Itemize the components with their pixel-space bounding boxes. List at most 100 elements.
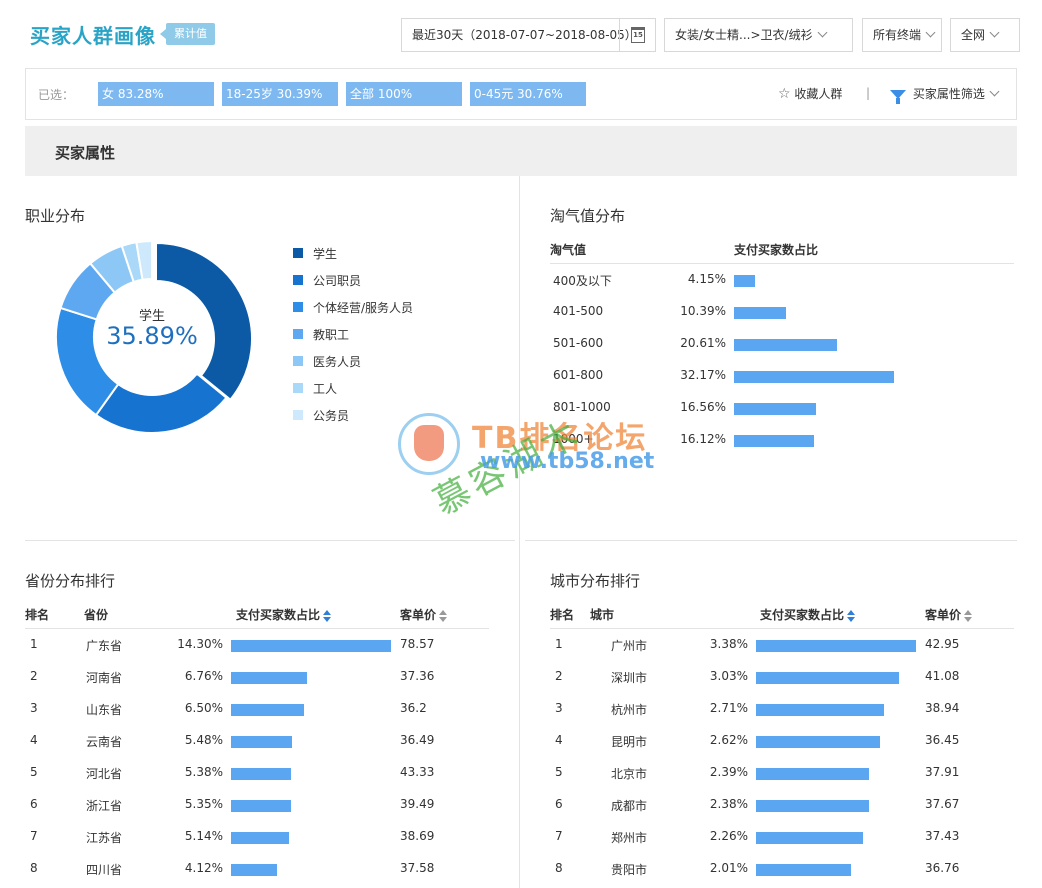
table-row[interactable]: 7 江苏省 5.14% 38.69 [25, 829, 495, 849]
table-row[interactable]: 1000+ 16.12% [550, 432, 1014, 452]
province-pct: 14.30% [177, 637, 223, 651]
table-row[interactable]: 4 云南省 5.48% 36.49 [25, 733, 495, 753]
favorite-crowd-button[interactable]: ☆ 收藏人群 [778, 85, 842, 102]
terminal-text: 所有终端 [873, 28, 922, 42]
chevron-down-icon [817, 27, 828, 38]
taoqi-range: 401-500 [553, 304, 604, 318]
selected-chip-all[interactable]: 全部 100% [346, 82, 462, 106]
city-rank: 5 [555, 765, 563, 779]
legend-swatch [293, 329, 303, 339]
table-row[interactable]: 6 成都市 2.38% 37.67 [550, 797, 1020, 817]
city-pct: 2.26% [709, 829, 748, 843]
city-rank: 8 [555, 861, 563, 875]
city-bar [756, 864, 852, 876]
table-row[interactable]: 5 河北省 5.38% 43.33 [25, 765, 495, 785]
page-title: 买家人群画像 [30, 24, 156, 48]
city-pct: 3.03% [709, 669, 748, 683]
province-price: 37.58 [400, 861, 435, 875]
province-price: 36.2 [400, 701, 427, 715]
city-name: 郑州市 [611, 831, 648, 845]
province-title: 省份分布排行 [25, 572, 116, 590]
province-price: 78.57 [400, 637, 435, 651]
table-row[interactable]: 4 昆明市 2.62% 36.45 [550, 733, 1020, 753]
province-col-rank: 排名 [25, 608, 50, 622]
sort-icon [439, 609, 448, 622]
network-select[interactable]: 全网 [950, 18, 1020, 52]
category-select[interactable]: 女装/女士精...>卫衣/绒衫 [664, 18, 853, 52]
province-bar [231, 800, 291, 812]
calendar-button[interactable]: 15 [619, 19, 655, 51]
table-row[interactable]: 400及以下 4.15% [550, 272, 1014, 292]
city-rank: 4 [555, 733, 563, 747]
city-rank: 7 [555, 829, 563, 843]
city-price: 42.95 [925, 637, 960, 651]
table-row[interactable]: 1 广东省 14.30% 78.57 [25, 637, 495, 657]
taoqi-range: 501-600 [553, 336, 604, 350]
taoqi-range: 601-800 [553, 368, 604, 382]
city-bar [756, 640, 916, 652]
watermark-text-3: 慕容湖木 [427, 412, 588, 524]
province-rank: 1 [30, 637, 38, 651]
taoqi-pct: 4.15% [687, 272, 726, 286]
table-row[interactable]: 3 杭州市 2.71% 38.94 [550, 701, 1020, 721]
table-row[interactable]: 401-500 10.39% [550, 304, 1014, 324]
province-rank: 8 [30, 861, 38, 875]
legend-swatch [293, 248, 303, 258]
legend-label: 公务员 [313, 409, 350, 423]
table-row[interactable]: 801-1000 16.56% [550, 400, 1014, 420]
taoqi-bar [734, 307, 786, 319]
province-bar [231, 832, 289, 844]
province-price: 36.49 [400, 733, 435, 747]
table-row[interactable]: 2 深圳市 3.03% 41.08 [550, 669, 1020, 689]
city-price: 37.43 [925, 829, 960, 843]
table-row[interactable]: 8 四川省 4.12% 37.58 [25, 861, 495, 881]
selected-chip-price[interactable]: 0-45元 30.76% [470, 82, 586, 106]
table-row[interactable]: 2 河南省 6.76% 37.36 [25, 669, 495, 689]
city-bar [756, 704, 885, 716]
taoqi-pct: 32.17% [680, 368, 726, 382]
city-col-rank: 排名 [550, 608, 575, 622]
province-bar [231, 704, 304, 716]
table-row[interactable]: 601-800 32.17% [550, 368, 1014, 388]
hand-icon [414, 425, 444, 461]
city-bar [756, 736, 880, 748]
table-row[interactable]: 501-600 20.61% [550, 336, 1014, 356]
buyer-attr-filter-label: 买家属性筛选 [912, 87, 985, 101]
province-name: 云南省 [86, 735, 123, 749]
taoqi-pct: 10.39% [680, 304, 726, 318]
watermark-text-2: www.tb58.net [480, 449, 655, 474]
city-price: 37.91 [925, 765, 960, 779]
star-icon: ☆ [778, 86, 791, 102]
selected-chip-age[interactable]: 18-25岁 30.39% [222, 82, 338, 106]
province-name: 山东省 [86, 703, 123, 717]
legend-label: 医务人员 [313, 355, 362, 369]
table-row[interactable]: 6 浙江省 5.35% 39.49 [25, 797, 495, 817]
taoqi-bar [734, 403, 817, 415]
table-row[interactable]: 1 广州市 3.38% 42.95 [550, 637, 1020, 657]
selected-chip-gender[interactable]: 女 83.28% [98, 82, 214, 106]
legend-label: 个体经营/服务人员 [313, 301, 414, 315]
city-pct: 2.71% [709, 701, 748, 715]
city-col-price-header[interactable]: 客单价 [925, 606, 973, 623]
table-row[interactable]: 5 北京市 2.39% 37.91 [550, 765, 1020, 785]
calendar-icon: 15 [631, 27, 645, 43]
province-price: 43.33 [400, 765, 435, 779]
terminal-select[interactable]: 所有终端 [862, 18, 942, 52]
city-col-pct-header[interactable]: 支付买家数占比 [760, 606, 856, 623]
city-price: 36.45 [925, 733, 960, 747]
table-row[interactable]: 7 郑州市 2.26% 37.43 [550, 829, 1020, 849]
donut-center-value: 35.89% [106, 322, 198, 350]
toolbar-separator: | [866, 86, 871, 100]
province-col-name: 省份 [84, 608, 109, 622]
selected-filters-bar: 已选： 女 83.28% 18-25岁 30.39% 全部 100% 0-45元… [25, 68, 1017, 120]
province-col-pct-header[interactable]: 支付买家数占比 [236, 606, 332, 623]
table-row[interactable]: 3 山东省 6.50% 36.2 [25, 701, 495, 721]
table-row[interactable]: 8 贵阳市 2.01% 36.76 [550, 861, 1020, 881]
date-range-picker[interactable]: 最近30天（2018-07-07~2018-08-05） 15 [401, 18, 656, 52]
buyer-attr-filter-button[interactable]: 买家属性筛选 [890, 85, 1000, 104]
taoqi-bar [734, 371, 894, 383]
province-col-price-header[interactable]: 客单价 [400, 606, 448, 623]
table-header-divider [550, 628, 1014, 629]
legend-label: 教职工 [313, 328, 350, 342]
province-name: 浙江省 [86, 799, 123, 813]
